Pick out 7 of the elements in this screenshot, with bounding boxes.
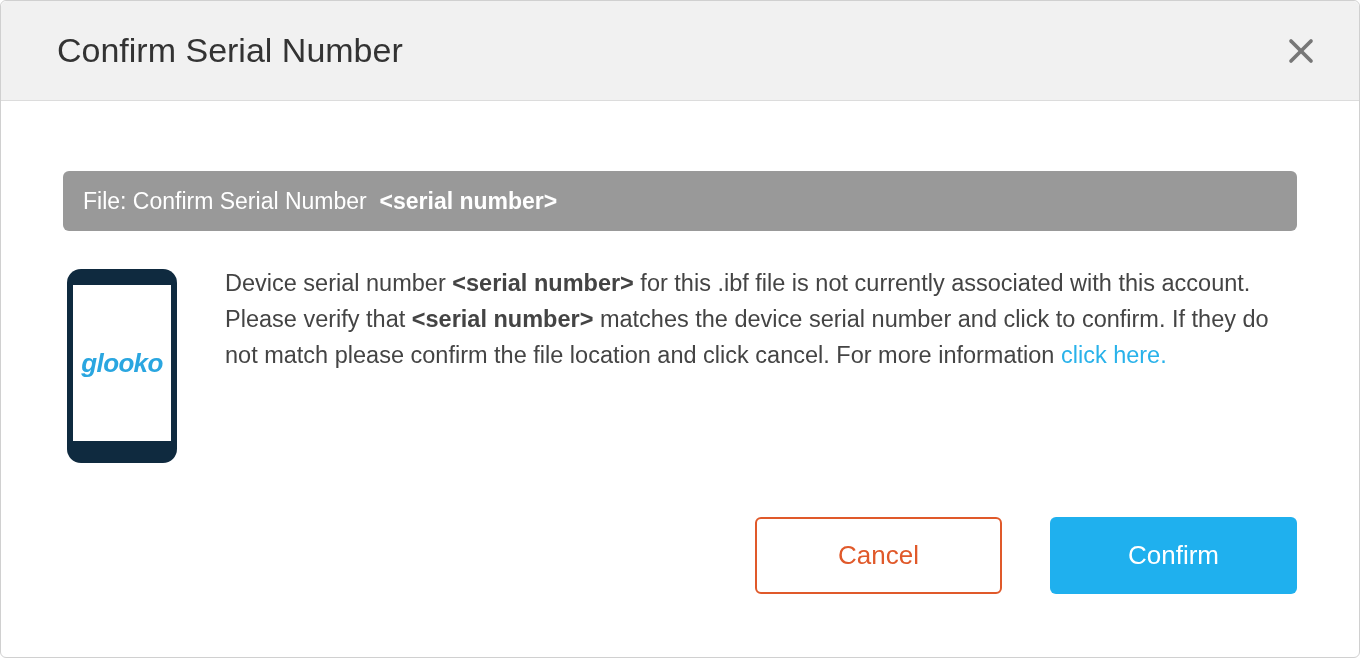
- cancel-button[interactable]: Cancel: [755, 517, 1002, 594]
- message-text: Device serial number <serial number> for this .ibf file is not currently associated with this account. Please verify that <serial number> matches the device serial number and click to confirm. If they do not match please confirm the file location and click cancel. For more information click here.: [225, 269, 1270, 370]
- confirm-button[interactable]: Confirm: [1050, 517, 1297, 594]
- more-info-link[interactable]: click here.: [1060, 342, 1167, 368]
- logo-text: glooko: [81, 346, 163, 380]
- dialog-title: Confirm Serial Number: [57, 30, 403, 71]
- file-label: File: Confirm Serial Number <serial number>: [83, 186, 558, 216]
